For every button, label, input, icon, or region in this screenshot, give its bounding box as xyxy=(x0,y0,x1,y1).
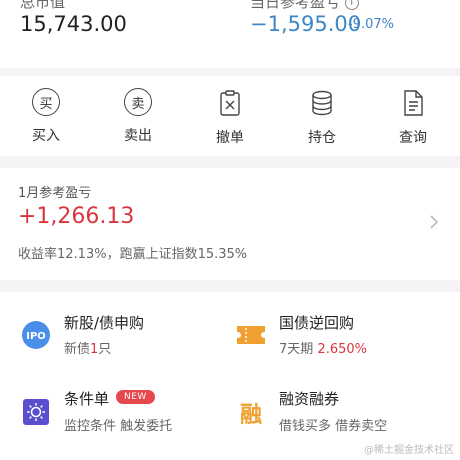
condition-order-subtitle: 监控条件 触发委托 xyxy=(64,419,173,434)
query-label: 查询 xyxy=(399,130,427,146)
market-value-label: 总市值 xyxy=(20,0,66,11)
buy-icon: 买 xyxy=(32,88,60,116)
condition-order-title[interactable]: 条件单 xyxy=(64,388,109,409)
margin-trading-title[interactable]: 融资融券 xyxy=(279,388,339,409)
cancel-order-label: 撤单 xyxy=(216,130,244,146)
svg-text:融: 融 xyxy=(240,403,262,428)
monthly-pnl-value: +1,266.13 xyxy=(18,204,135,229)
reverse-repo-subtitle: 7天期 2.650% xyxy=(279,342,367,357)
market-value: 15,743.00 xyxy=(20,12,127,36)
daily-pnl-value: −1,595.00 xyxy=(250,12,362,36)
query-button[interactable]: 查询 xyxy=(384,88,442,147)
watermark: @稀土掘金技术社区 xyxy=(364,445,454,456)
reverse-repo-title[interactable]: 国债逆回购 xyxy=(279,312,354,333)
condition-order-icon[interactable] xyxy=(22,398,52,428)
positions-button[interactable]: 持仓 xyxy=(293,88,351,147)
monthly-pnl-title: 1月参考盈亏 xyxy=(18,186,92,201)
buy-button[interactable]: 买 买入 xyxy=(17,88,75,145)
clipboard-x-icon xyxy=(215,88,245,118)
chevron-right-icon[interactable] xyxy=(429,214,439,234)
cancel-order-button[interactable]: 撤单 xyxy=(201,88,259,147)
svg-text:IPO: IPO xyxy=(26,331,46,342)
margin-icon[interactable]: 融 xyxy=(236,398,266,428)
sell-button[interactable]: 卖 卖出 xyxy=(109,88,167,145)
sell-label: 卖出 xyxy=(124,128,152,144)
buy-label: 买入 xyxy=(32,128,60,144)
document-icon xyxy=(398,88,428,118)
positions-label: 持仓 xyxy=(308,130,336,146)
ticket-icon[interactable] xyxy=(235,322,265,352)
account-summary-card: 总市值 15,743.00 当日参考盈亏 i −1,595.00 -9.07% xyxy=(0,0,460,68)
monthly-pnl-desc: 收益率12.13%，跑赢上证指数15.35% xyxy=(18,247,248,262)
info-icon[interactable]: i xyxy=(344,0,359,10)
daily-pnl-label: 当日参考盈亏 i xyxy=(250,0,359,12)
ipo-subscribe-subtitle: 新债1只 xyxy=(64,342,112,357)
ipo-icon[interactable]: IPO xyxy=(21,320,51,350)
database-icon xyxy=(307,88,337,118)
sell-icon: 卖 xyxy=(124,88,152,116)
ipo-subscribe-title[interactable]: 新股/债申购 xyxy=(64,312,144,333)
daily-pnl-percent: -9.07% xyxy=(348,17,394,32)
margin-trading-subtitle: 借钱买多 借券卖空 xyxy=(279,419,388,434)
new-badge: NEW xyxy=(116,390,155,404)
